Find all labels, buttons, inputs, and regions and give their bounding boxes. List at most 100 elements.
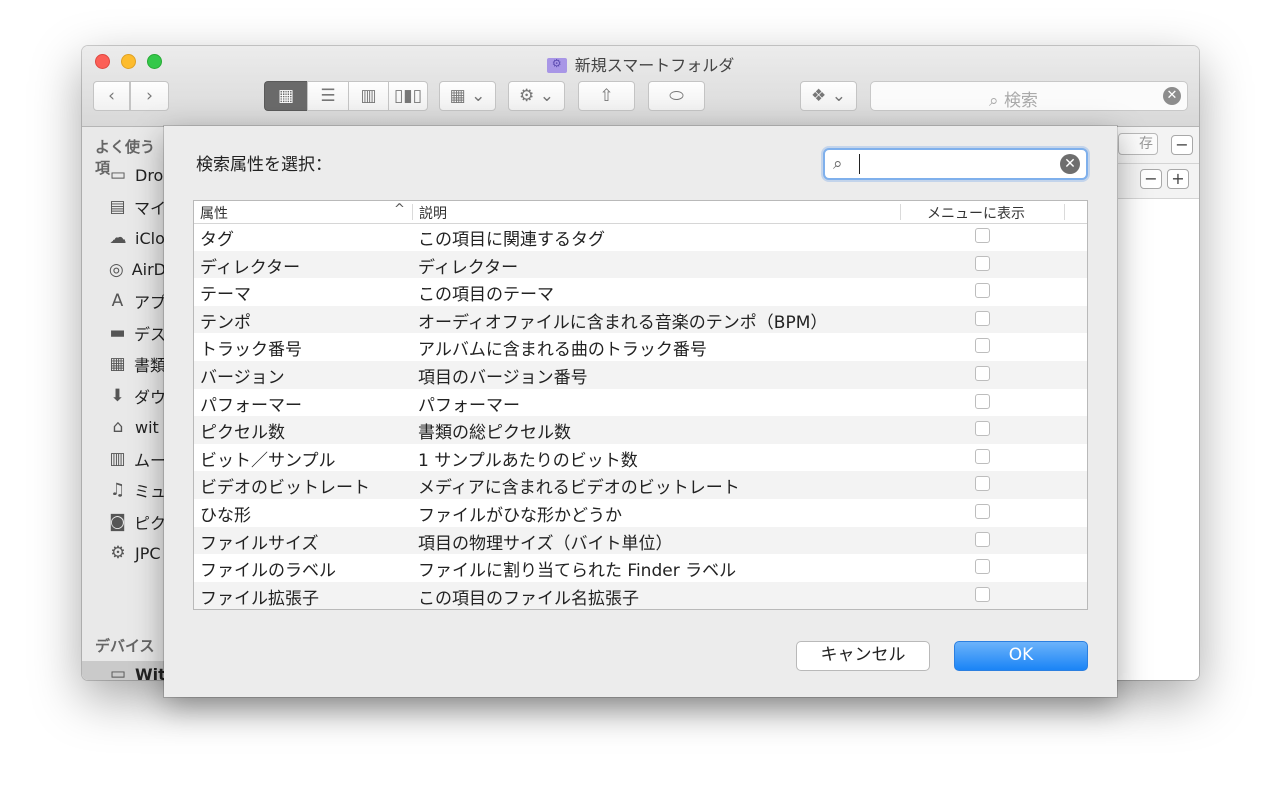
toolbar-search-field[interactable]: ⌕ 検索 ✕ <box>870 81 1188 111</box>
share-button[interactable]: ⇧ <box>578 81 635 111</box>
attribute-name: ファイルサイズ <box>200 533 319 554</box>
sidebar-item-label: AirD <box>131 260 166 279</box>
show-in-menu-checkbox[interactable] <box>975 310 990 326</box>
attribute-name: トラック番号 <box>200 340 302 361</box>
column-divider[interactable] <box>412 204 413 220</box>
sidebar-item[interactable]: ▤ マイ <box>82 194 166 220</box>
search-bar-row: 存 − <box>1118 127 1199 164</box>
action-button[interactable]: ⚙ ⌄ <box>508 81 565 111</box>
show-in-menu-checkbox[interactable] <box>975 559 990 575</box>
dropbox-button[interactable]: ❖ ⌄ <box>800 81 857 111</box>
cancel-button[interactable]: キャンセル <box>796 641 930 671</box>
forward-button[interactable]: › <box>130 81 169 111</box>
toolbar-search-placeholder: ⌕ 検索 <box>989 86 1038 111</box>
show-in-menu-checkbox[interactable] <box>975 283 990 299</box>
column-divider[interactable] <box>1064 204 1065 220</box>
sidebar-device-label: Wit <box>135 664 166 681</box>
sidebar-device-item[interactable]: ▭ Wit <box>82 661 166 680</box>
table-row[interactable]: ファイル拡張子 この項目のファイル名拡張子 <box>194 581 1087 609</box>
sidebar-item[interactable]: ◙ ピク <box>82 509 166 535</box>
sidebar-item[interactable]: ▬ デス <box>82 320 166 346</box>
movies-icon: ▥ <box>109 448 126 469</box>
sidebar-item-label: デス <box>133 324 166 344</box>
table-row[interactable]: パフォーマー パフォーマー <box>194 389 1087 417</box>
table-row[interactable]: トラック番号 アルバムに含まれる曲のトラック番号 <box>194 333 1087 361</box>
table-row[interactable]: ディレクター ディレクター <box>194 250 1087 279</box>
attribute-table: 属性 ^ 説明 メニューに表示 タグ この項目に関連するタグ ディレクター ディレクタ… <box>193 200 1088 610</box>
show-in-menu-checkbox[interactable] <box>975 393 990 409</box>
sidebar: よく使う項 ▭ Dro ▤ マイ ☁ iClo ◎ AirD A アプ ▬ デス ▦ 書類 ⬇ ダウ ⌂ wit ▥… <box>82 127 167 680</box>
clear-search-icon[interactable]: ✕ <box>1060 154 1080 174</box>
show-in-menu-checkbox[interactable] <box>975 448 990 464</box>
attribute-description: この項目のテーマ <box>418 285 554 306</box>
attribute-search-input[interactable] <box>863 152 1057 178</box>
coverflow-view-button[interactable]: ▯▮▯ <box>388 81 428 111</box>
table-row[interactable]: タグ この項目に関連するタグ <box>194 223 1087 251</box>
remove-search-button[interactable]: − <box>1171 135 1193 155</box>
table-row[interactable]: ひな形 ファイルがひな形かどうか <box>194 499 1087 527</box>
cloud-icon: ☁ <box>109 228 127 248</box>
clear-search-icon[interactable]: ✕ <box>1163 87 1181 105</box>
dropbox-icon: ❖ ⌄ <box>811 86 846 106</box>
show-in-menu-checkbox[interactable] <box>975 503 990 519</box>
sidebar-item-label: iClo <box>135 228 165 248</box>
sidebar-item[interactable]: ♫ ミュ <box>82 477 166 503</box>
column-header-attribute[interactable]: 属性 <box>200 203 228 223</box>
sidebar-item[interactable]: ⚙ JPC <box>82 540 166 566</box>
table-row[interactable]: バージョン 項目のバージョン番号 <box>194 360 1087 389</box>
show-in-menu-checkbox[interactable] <box>975 421 990 437</box>
show-in-menu-checkbox[interactable] <box>975 255 990 271</box>
table-row[interactable]: ピクセル数 書類の総ピクセル数 <box>194 416 1087 444</box>
column-view-button[interactable]: ▥ <box>348 81 388 111</box>
arrange-button[interactable]: ▦ ⌄ <box>439 81 496 111</box>
sidebar-item[interactable]: ◎ AirD <box>82 257 166 283</box>
columns-icon: ▥ <box>360 86 377 106</box>
table-row[interactable]: ファイルのラベル ファイルに割り当てられた Finder ラベル <box>194 554 1087 582</box>
table-row[interactable]: ファイルサイズ 項目の物理サイズ（バイト単位） <box>194 526 1087 555</box>
ok-button[interactable]: OK <box>954 641 1088 671</box>
attribute-name: ディレクター <box>200 257 301 278</box>
sidebar-item[interactable]: ⬇ ダウ <box>82 383 166 409</box>
remove-criterion-button[interactable]: − <box>1140 169 1162 189</box>
sidebar-item[interactable]: ▥ ムー <box>82 446 166 472</box>
show-in-menu-checkbox[interactable] <box>975 476 990 492</box>
sidebar-item[interactable]: A アプ <box>82 288 166 314</box>
sidebar-item-label: ムー <box>133 450 166 470</box>
column-header-description[interactable]: 説明 <box>419 203 447 223</box>
attribute-search-field[interactable]: ⌕ ✕ <box>823 148 1088 180</box>
attribute-description: パフォーマー <box>418 395 520 416</box>
table-row[interactable]: ビット／サンプル 1 サンプルあたりのビット数 <box>194 444 1087 472</box>
sidebar-item[interactable]: ▦ 書類 <box>82 351 166 377</box>
music-icon: ♫ <box>109 480 126 500</box>
show-in-menu-checkbox[interactable] <box>975 365 990 381</box>
table-row[interactable]: テンポ オーディオファイルに含まれる音楽のテンポ（BPM） <box>194 305 1087 334</box>
sidebar-item[interactable]: ▭ Dro <box>82 162 166 188</box>
table-row[interactable]: ビデオのビットレート メディアに含まれるビデオのビットレート <box>194 471 1087 499</box>
sidebar-item[interactable]: ⌂ wit <box>82 414 166 440</box>
attribute-description: 書類の総ピクセル数 <box>418 423 571 444</box>
add-criterion-button[interactable]: + <box>1167 169 1189 189</box>
show-in-menu-checkbox[interactable] <box>975 338 990 354</box>
table-row[interactable]: テーマ この項目のテーマ <box>194 278 1087 306</box>
icon-view-button[interactable]: ▦ <box>264 81 307 111</box>
folder-icon: ▭ <box>109 165 127 185</box>
attribute-description: 項目の物理サイズ（バイト単位） <box>418 533 673 554</box>
attribute-name: ファイルのラベル <box>200 561 336 582</box>
document-icon: ▤ <box>109 196 126 217</box>
attribute-description: この項目のファイル名拡張子 <box>418 588 639 609</box>
tag-button[interactable]: ⬭ <box>648 81 705 111</box>
show-in-menu-checkbox[interactable] <box>975 228 990 243</box>
save-button[interactable]: 存 <box>1118 133 1158 155</box>
list-view-button[interactable]: ☰ <box>307 81 348 111</box>
column-divider[interactable] <box>900 204 901 220</box>
laptop-icon: ▭ <box>109 664 127 680</box>
column-header-show-in-menu[interactable]: メニューに表示 <box>927 203 1025 223</box>
criteria-row: − + <box>1118 164 1199 199</box>
show-in-menu-checkbox[interactable] <box>975 586 990 602</box>
attribute-name: テーマ <box>200 285 251 306</box>
downloads-icon: ⬇ <box>110 385 125 406</box>
sidebar-item[interactable]: ☁ iClo <box>82 225 166 251</box>
show-in-menu-checkbox[interactable] <box>975 531 990 547</box>
sidebar-item-label: wit <box>135 417 159 437</box>
back-button[interactable]: ‹ <box>93 81 130 111</box>
